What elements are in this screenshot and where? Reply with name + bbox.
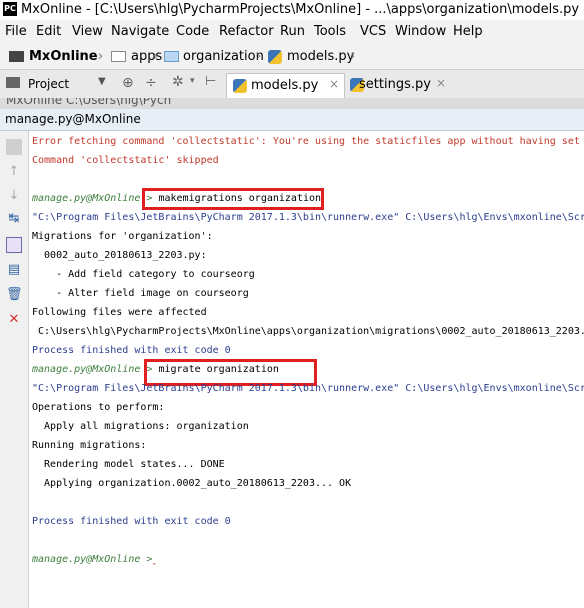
print-icon[interactable]: ▤ — [6, 262, 22, 278]
tab-models[interactable]: models.py × — [226, 73, 345, 98]
project-tree-row: MxOnline C:\Users\hlg\Pych — [6, 98, 172, 107]
tab-label: settings.py — [359, 77, 431, 92]
breadcrumb-file[interactable]: models.py — [287, 49, 354, 64]
window-title: MxOnline - [C:\Users\hlg\PycharmProjects… — [21, 2, 584, 17]
chevron-right-icon: › — [350, 49, 356, 64]
chevron-down-icon: ▼ — [98, 76, 106, 87]
hide-panel-icon[interactable]: ⊢ — [205, 74, 216, 89]
trash-icon[interactable]: 🗑 — [6, 287, 23, 303]
project-folder-icon — [9, 51, 24, 62]
close-tab-icon[interactable]: × — [436, 76, 446, 90]
console-line: Applying organization.0002_auto_20180613… — [32, 478, 352, 489]
console-prompt-line[interactable]: manage.py@MxOnline >ˬ — [32, 553, 156, 567]
menu-tools[interactable]: Tools — [314, 24, 346, 39]
gear-dropdown-icon[interactable]: ▾ — [190, 76, 195, 86]
console-line: 0002_auto_20180613_2203.py: — [32, 250, 207, 261]
menu-help[interactable]: Help — [453, 24, 483, 39]
menu-view[interactable]: View — [72, 24, 103, 39]
breadcrumb-project[interactable]: MxOnline — [29, 49, 98, 64]
console-line: Error fetching command 'collectstatic': … — [32, 136, 580, 147]
console-line: - Add field category to courseorg — [32, 269, 255, 280]
console-output[interactable]: Error fetching command 'collectstatic': … — [29, 131, 584, 608]
run-toolbar: ↑ ↓ ↹ ▤ 🗑 ✕ — [0, 131, 29, 608]
menu-code[interactable]: Code — [176, 24, 209, 39]
console-line: - Alter field image on courseorg — [32, 288, 249, 299]
console-line: Process finished with exit code 0 — [32, 345, 231, 356]
run-panel-title-bar: manage.py@MxOnline — [0, 109, 584, 131]
chevron-right-icon: › — [98, 49, 104, 64]
console-line: "C:\Program Files\JetBrains\PyCharm 2017… — [32, 383, 584, 394]
tab-settings[interactable]: settings.py × — [344, 73, 450, 97]
console-line: Following files were affected — [32, 307, 207, 318]
console-line: C:\Users\hlg\PycharmProjects\MxOnline\ap… — [32, 326, 584, 337]
chevron-right-icon: › — [153, 49, 159, 64]
title-bar: PC MxOnline - [C:\Users\hlg\PycharmProje… — [0, 0, 584, 20]
folder-icon — [111, 51, 126, 62]
prompt: manage.py@MxOnline — [32, 364, 141, 375]
console-line: Operations to perform: — [32, 402, 165, 413]
python-file-icon — [233, 79, 247, 93]
menu-navigate[interactable]: Navigate — [111, 24, 169, 39]
breadcrumb-organization[interactable]: organization — [183, 49, 264, 64]
text-cursor: ˬ — [152, 554, 156, 565]
arrow-down-icon[interactable]: ↓ — [6, 188, 22, 204]
breadcrumb: MxOnline › apps › organization › models.… — [0, 45, 584, 70]
prompt: manage.py@MxOnline — [32, 193, 141, 204]
package-folder-icon — [164, 51, 179, 62]
project-view-selector[interactable]: Project ▼ — [4, 74, 112, 94]
console-line: "C:\Program Files\JetBrains\PyCharm 2017… — [32, 212, 584, 223]
project-view-label: Project — [28, 77, 70, 91]
close-icon[interactable]: ✕ — [6, 312, 22, 328]
highlight-box — [142, 188, 324, 210]
menu-vcs[interactable]: VCS — [360, 24, 386, 39]
python-file-icon — [268, 50, 282, 64]
console-line: Apply all migrations: organization — [32, 421, 249, 432]
menu-edit[interactable]: Edit — [36, 24, 61, 39]
collapse-icon[interactable]: ÷ — [145, 75, 157, 91]
console-line: Rendering model states... DONE — [32, 459, 225, 470]
project-icon — [6, 77, 20, 88]
project-tree-header: MxOnline C:\Users\hlg\Pych — [0, 98, 584, 109]
sync-icon[interactable]: ⊕ — [122, 75, 134, 91]
close-tab-icon[interactable]: × — [329, 77, 339, 91]
menu-refactor[interactable]: Refactor — [219, 24, 274, 39]
prompt: manage.py@MxOnline — [32, 554, 141, 565]
console-line: Migrations for 'organization': — [32, 231, 213, 242]
menu-run[interactable]: Run — [280, 24, 305, 39]
arrow-up-icon[interactable]: ↑ — [6, 164, 22, 180]
console-line: Process finished with exit code 0 — [32, 516, 231, 527]
menu-file[interactable]: File — [5, 24, 27, 39]
scroll-to-end-icon[interactable] — [6, 237, 22, 253]
console-line: Running migrations: — [32, 440, 147, 451]
soft-wrap-icon[interactable]: ↹ — [6, 211, 22, 227]
console-line: Command 'collectstatic' skipped — [32, 155, 219, 166]
tab-label: models.py — [251, 78, 319, 93]
tabs-row: Project ▼ ⊕ ÷ ✲ ▾ ⊢ models.py × settings… — [0, 70, 584, 99]
pycharm-logo-icon: PC — [3, 2, 17, 16]
menu-window[interactable]: Window — [395, 24, 446, 39]
run-panel-title: manage.py@MxOnline — [5, 112, 141, 126]
gear-icon[interactable]: ✲ — [172, 74, 184, 90]
chevron-right-icon: › — [256, 49, 262, 64]
menu-bar: File Edit View Navigate Code Refactor Ru… — [0, 21, 584, 43]
rerun-icon[interactable] — [6, 139, 22, 155]
